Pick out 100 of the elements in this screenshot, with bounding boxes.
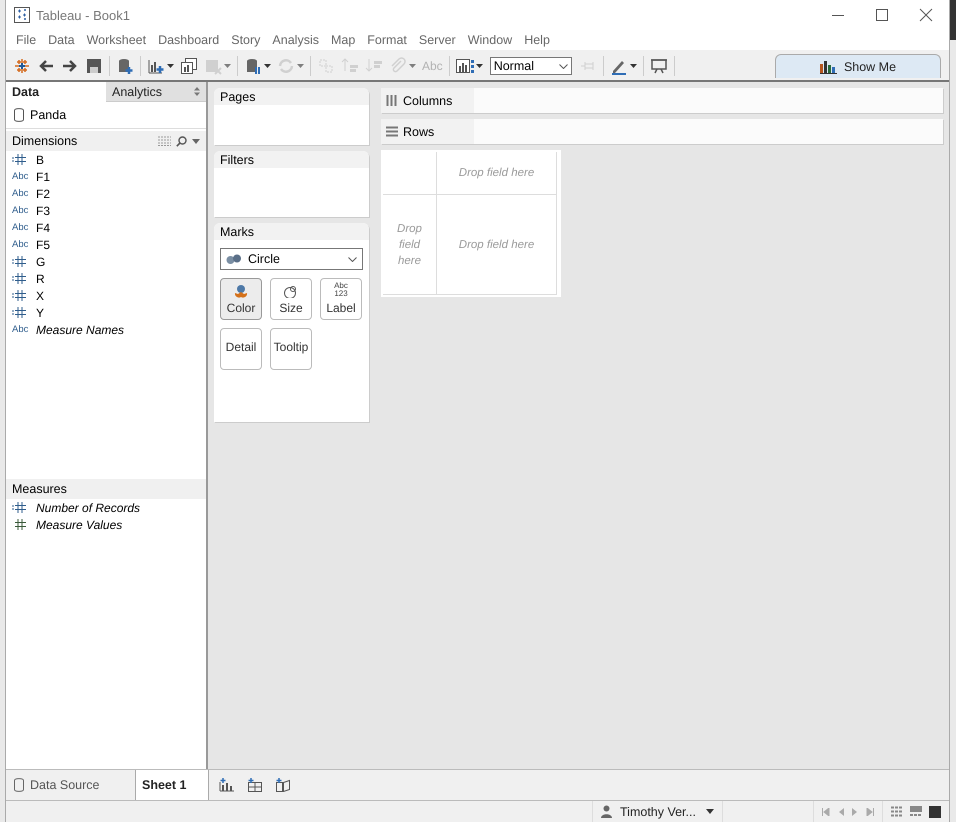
single-view-icon[interactable] [929, 806, 941, 818]
sort-arrows-icon [194, 87, 200, 96]
field-row[interactable]: Y [6, 304, 206, 321]
number-type-icon [12, 502, 26, 513]
tableau-logo-icon [13, 57, 31, 75]
save-icon [85, 57, 103, 75]
field-name[interactable]: F5 [36, 238, 50, 252]
string-type-icon: Abc [12, 222, 28, 233]
pane-tab[interactable]: Analytics [106, 82, 206, 102]
field-row[interactable]: Abc F3 [6, 202, 206, 219]
field-name[interactable]: Y [36, 306, 44, 320]
field-name[interactable]: Measure Values [36, 518, 122, 532]
menu-item[interactable]: Format [361, 33, 413, 47]
menu-item[interactable]: Help [518, 33, 556, 47]
field-name[interactable]: F2 [36, 186, 50, 200]
number-type-icon [12, 519, 26, 530]
swap-icon [317, 57, 335, 75]
field-row[interactable]: X [6, 287, 206, 304]
mark-color-button[interactable]: Color [220, 278, 262, 320]
number-type-icon [12, 154, 26, 165]
field-row[interactable]: B [6, 151, 206, 168]
database-icon [14, 778, 24, 792]
field-name[interactable]: G [36, 254, 46, 268]
mark-size-button[interactable]: Size [270, 278, 312, 320]
sheet-tab[interactable]: Sheet 1 [136, 770, 209, 800]
menu-item[interactable]: Worksheet [80, 33, 152, 47]
shelf-title: Columns [403, 94, 452, 108]
filmstrip-view-icon[interactable] [910, 806, 922, 817]
menu-item[interactable]: Data [42, 33, 81, 47]
size-icon [283, 284, 299, 298]
grid-view-icon[interactable] [891, 806, 903, 817]
drop-zone: Drop field here [437, 195, 557, 295]
menu-item[interactable]: Map [324, 33, 362, 47]
string-type-icon: Abc [12, 324, 28, 335]
new-sheet-icon[interactable] [219, 778, 235, 792]
field-name[interactable]: F3 [36, 204, 50, 218]
string-type-icon: Abc [12, 239, 28, 250]
mark-type-dropdown[interactable]: Circle [220, 248, 363, 270]
menu-item[interactable]: Dashboard [152, 33, 226, 47]
view-size-dropdown[interactable]: Normal [490, 57, 572, 75]
mark-label-button[interactable]: Abc 123 Label [320, 278, 362, 320]
header-corner-cell [383, 152, 437, 195]
mark-tooltip-button[interactable]: Tooltip [270, 328, 312, 370]
user-menu[interactable]: Timothy Ver... [592, 801, 723, 822]
caret-icon [706, 809, 714, 814]
menu-item[interactable]: Story [225, 33, 266, 47]
field-row[interactable]: Abc Measure Names [6, 321, 206, 338]
new-story-icon[interactable] [275, 778, 291, 792]
shelf-title: Pages [220, 90, 256, 104]
field-name[interactable]: B [36, 152, 44, 166]
field-name[interactable]: F1 [36, 170, 50, 184]
caret-icon [476, 64, 483, 68]
rows-icon [386, 126, 398, 137]
database-pause-icon [244, 57, 262, 75]
database-plus-icon [116, 57, 134, 75]
presentation-icon [650, 57, 668, 75]
field-row[interactable]: Abc F5 [6, 236, 206, 253]
field-row[interactable]: Number of Records [6, 499, 206, 516]
section-header: Dimensions [12, 134, 78, 148]
menu-item[interactable]: Analysis [266, 33, 325, 47]
caret-icon[interactable] [192, 138, 200, 144]
field-name[interactable]: Measure Names [36, 322, 124, 336]
number-type-icon [12, 273, 26, 284]
database-icon [14, 108, 24, 122]
field-row[interactable]: Abc F2 [6, 185, 206, 202]
field-name[interactable]: R [36, 272, 45, 286]
field-row[interactable]: G [6, 253, 206, 270]
field-name[interactable]: Number of Records [36, 500, 140, 514]
field-name[interactable]: F4 [36, 220, 50, 234]
caret-icon [264, 64, 271, 68]
field-row[interactable]: Measure Values [6, 516, 206, 533]
mark-detail-button[interactable]: Detail [220, 328, 262, 370]
menu-item[interactable]: File [10, 33, 42, 47]
window-title: Tableau - Book1 [36, 8, 131, 22]
caret-icon [297, 64, 304, 68]
search-icon[interactable] [176, 136, 187, 146]
data-source-name[interactable]: Panda [30, 108, 66, 122]
sort-ascending-icon [341, 57, 359, 75]
string-type-icon: Abc [12, 171, 28, 182]
shelf-title: Filters [220, 152, 254, 166]
new-dashboard-icon[interactable] [247, 778, 263, 792]
field-row[interactable]: R [6, 270, 206, 287]
caret-icon [167, 64, 174, 68]
number-type-icon [12, 256, 26, 267]
caret-icon [409, 64, 416, 68]
section-header: Measures [12, 482, 68, 496]
bar-chart-icon [456, 57, 474, 75]
field-row[interactable]: Abc F1 [6, 168, 206, 185]
app-logo-icon [14, 7, 30, 23]
show-me-button[interactable]: Show Me [775, 54, 941, 78]
clear-chart-icon [204, 57, 222, 75]
field-name[interactable]: X [36, 288, 44, 302]
caret-icon [630, 64, 637, 68]
field-row[interactable]: Abc F4 [6, 219, 206, 236]
close-icon[interactable] [919, 8, 933, 22]
maximize-icon[interactable] [875, 8, 889, 22]
circles-icon [226, 254, 242, 264]
number-type-icon [12, 290, 26, 301]
menu-item[interactable]: Server [412, 33, 462, 47]
menu-item[interactable]: Window [462, 33, 518, 47]
